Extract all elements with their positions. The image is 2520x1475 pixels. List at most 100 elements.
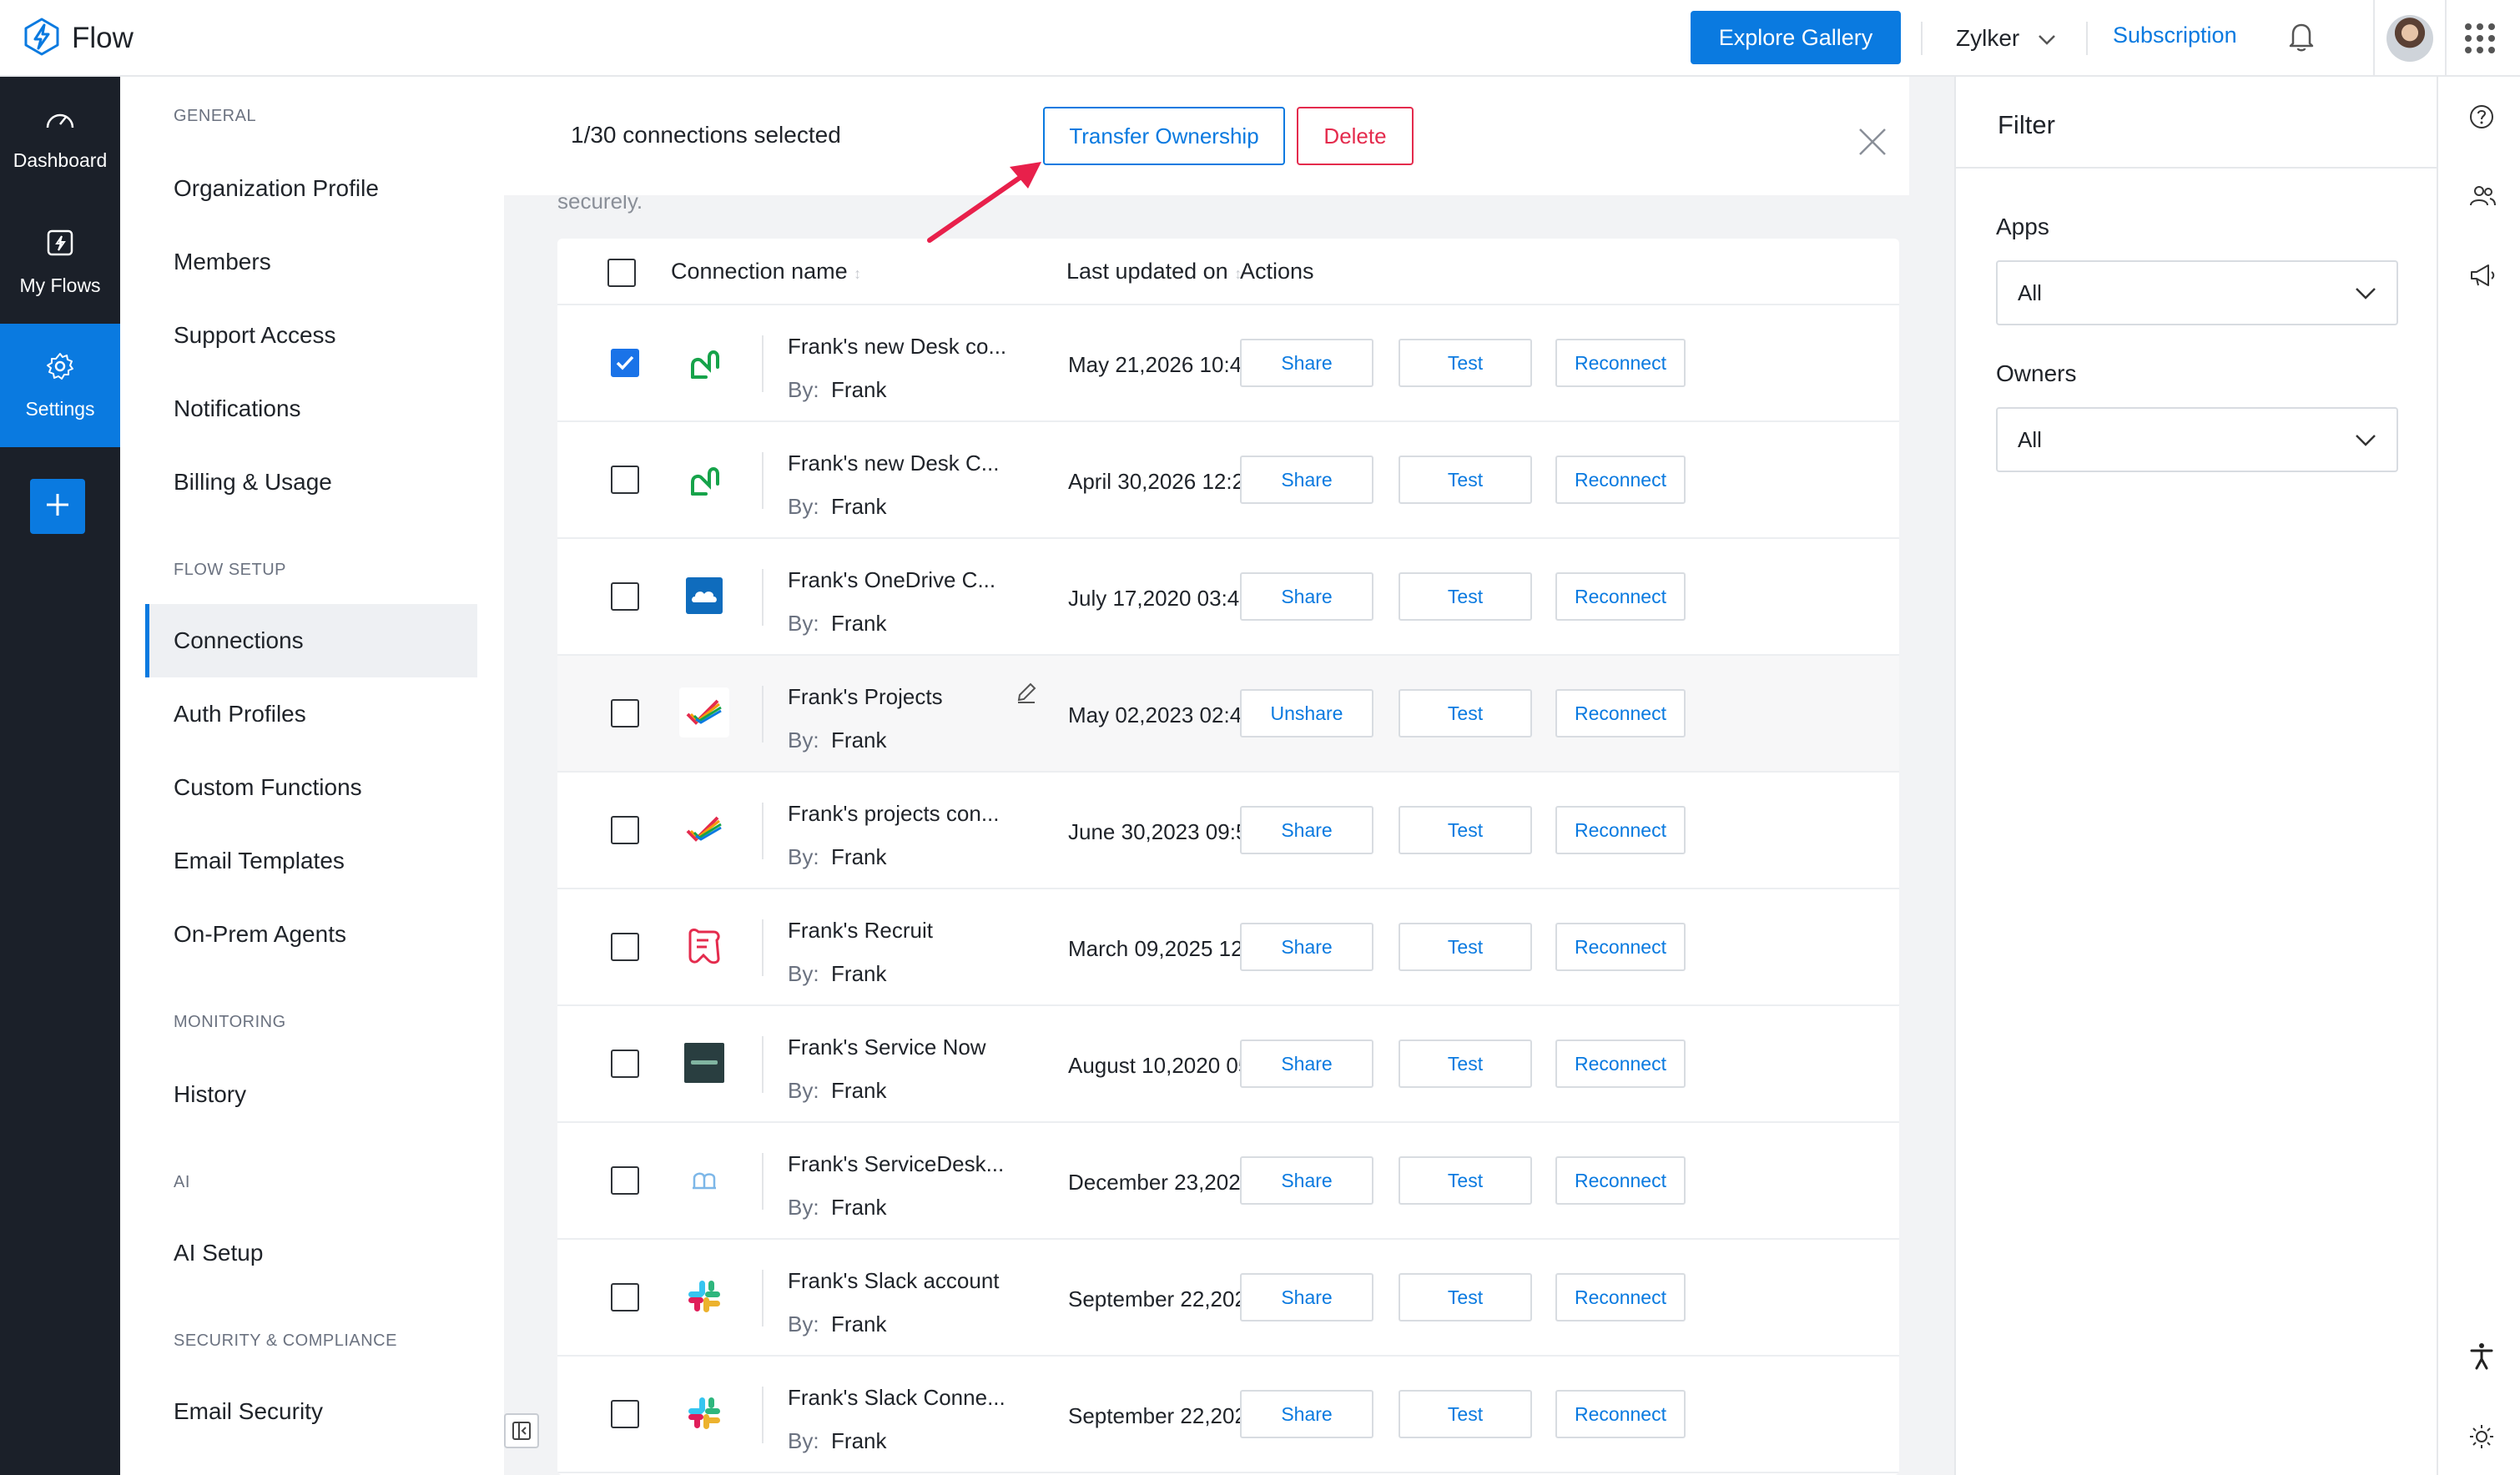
share-button[interactable]: Share xyxy=(1240,572,1373,621)
user-avatar-button[interactable] xyxy=(2373,0,2447,77)
row-checkbox[interactable] xyxy=(611,699,639,727)
rail-item-settings[interactable]: Settings xyxy=(0,324,120,447)
test-button[interactable]: Test xyxy=(1399,339,1532,387)
apps-select[interactable]: All xyxy=(1996,260,2398,325)
row-checkbox[interactable] xyxy=(611,466,639,494)
test-button[interactable]: Test xyxy=(1399,1390,1532,1438)
apps-grid-icon[interactable] xyxy=(2463,22,2497,59)
connection-name[interactable]: Frank's projects con... xyxy=(788,801,1000,827)
table-row: Frank's new Desk co... By: Frank May 21,… xyxy=(557,305,1899,422)
column-header-connection-name[interactable]: Connection name ↕ xyxy=(671,259,861,284)
share-button[interactable]: Share xyxy=(1240,1040,1373,1088)
select-all-checkbox[interactable] xyxy=(607,259,636,287)
main-content: securely. 1/30 connections selected Tran… xyxy=(504,77,1954,1475)
test-button[interactable]: Test xyxy=(1399,1273,1532,1321)
reconnect-button[interactable]: Reconnect xyxy=(1555,572,1686,621)
nav-item-custom-functions[interactable]: Custom Functions xyxy=(145,751,477,824)
theme-sun-icon[interactable] xyxy=(2468,1423,2495,1454)
connection-name[interactable]: Frank's Recruit xyxy=(788,918,933,944)
org-switcher[interactable]: Zylker xyxy=(1956,20,2056,57)
share-button[interactable]: Share xyxy=(1240,1156,1373,1205)
test-button[interactable]: Test xyxy=(1399,806,1532,854)
gauge-icon xyxy=(43,106,77,138)
users-icon[interactable] xyxy=(2468,184,2497,213)
rail-item-my-flows[interactable]: My Flows xyxy=(0,200,120,324)
nav-item-members[interactable]: Members xyxy=(145,225,477,299)
transfer-ownership-button[interactable]: Transfer Ownership xyxy=(1043,107,1285,165)
owners-select[interactable]: All xyxy=(1996,407,2398,472)
subscription-link[interactable]: Subscription xyxy=(2113,23,2237,48)
row-checkbox[interactable] xyxy=(611,349,639,377)
connection-name[interactable]: Frank's new Desk C... xyxy=(788,451,999,476)
row-checkbox[interactable] xyxy=(611,1166,639,1195)
test-button[interactable]: Test xyxy=(1399,923,1532,971)
connection-name[interactable]: Frank's new Desk co... xyxy=(788,334,1006,360)
unshare-button[interactable]: Unshare xyxy=(1240,689,1373,738)
divider xyxy=(1921,22,1923,55)
top-bar: Flow Explore Gallery Zylker Subscription xyxy=(0,0,2520,77)
delete-button[interactable]: Delete xyxy=(1297,107,1414,165)
reconnect-button[interactable]: Reconnect xyxy=(1555,1156,1686,1205)
row-checkbox[interactable] xyxy=(611,1050,639,1078)
reconnect-button[interactable]: Reconnect xyxy=(1555,456,1686,504)
help-icon[interactable] xyxy=(2468,103,2495,134)
table-header: Connection name ↕ Last updated on ↕ Acti… xyxy=(557,239,1899,305)
reconnect-button[interactable]: Reconnect xyxy=(1555,1273,1686,1321)
rail-item-dashboard[interactable]: Dashboard xyxy=(0,77,120,200)
share-button[interactable]: Share xyxy=(1240,806,1373,854)
nav-item-on-prem-agents[interactable]: On-Prem Agents xyxy=(145,898,477,971)
create-flow-button[interactable] xyxy=(30,479,85,534)
connection-owner: By: Frank xyxy=(788,1195,887,1220)
test-button[interactable]: Test xyxy=(1399,456,1532,504)
reconnect-button[interactable]: Reconnect xyxy=(1555,1390,1686,1438)
brand[interactable]: Flow xyxy=(22,15,134,62)
reconnect-button[interactable]: Reconnect xyxy=(1555,806,1686,854)
nav-item-ai-setup[interactable]: AI Setup xyxy=(145,1216,477,1290)
test-button[interactable]: Test xyxy=(1399,1156,1532,1205)
test-button[interactable]: Test xyxy=(1399,1040,1532,1088)
edit-pencil-icon[interactable] xyxy=(1015,681,1038,708)
accessibility-icon[interactable] xyxy=(2468,1342,2495,1374)
connection-name[interactable]: Frank's ServiceDesk... xyxy=(788,1151,1004,1177)
nav-item-organization-profile[interactable]: Organization Profile xyxy=(145,152,477,225)
app-name: Flow xyxy=(72,22,134,54)
nav-item-billing-usage[interactable]: Billing & Usage xyxy=(145,446,477,519)
filter-panel: Filter Apps All Owners All xyxy=(1954,77,2438,1475)
reconnect-button[interactable]: Reconnect xyxy=(1555,339,1686,387)
collapse-panel-button[interactable] xyxy=(504,1413,539,1448)
close-icon[interactable] xyxy=(1857,127,1887,161)
connection-name[interactable]: Frank's Service Now xyxy=(788,1035,986,1060)
connection-name[interactable]: Frank's Slack account xyxy=(788,1268,1000,1294)
row-checkbox[interactable] xyxy=(611,1283,639,1311)
reconnect-button[interactable]: Reconnect xyxy=(1555,689,1686,738)
row-checkbox[interactable] xyxy=(611,1400,639,1428)
connection-name[interactable]: Frank's Slack Conne... xyxy=(788,1385,1005,1411)
bell-icon[interactable] xyxy=(2286,20,2316,58)
test-button[interactable]: Test xyxy=(1399,689,1532,738)
share-button[interactable]: Share xyxy=(1240,456,1373,504)
nav-item-auth-profiles[interactable]: Auth Profiles xyxy=(145,677,477,751)
chevron-down-icon xyxy=(2355,280,2376,306)
connection-name[interactable]: Frank's Projects xyxy=(788,684,943,710)
column-header-last-updated[interactable]: Last updated on ↕ xyxy=(1066,259,1242,284)
nav-item-connections[interactable]: Connections xyxy=(145,604,477,677)
explore-gallery-button[interactable]: Explore Gallery xyxy=(1691,11,1901,64)
nav-item-support-access[interactable]: Support Access xyxy=(145,299,477,372)
share-button[interactable]: Share xyxy=(1240,1273,1373,1321)
megaphone-icon[interactable] xyxy=(2468,262,2497,293)
reconnect-button[interactable]: Reconnect xyxy=(1555,1040,1686,1088)
nav-item-email-security[interactable]: Email Security xyxy=(145,1375,477,1448)
share-button[interactable]: Share xyxy=(1240,1390,1373,1438)
share-button[interactable]: Share xyxy=(1240,923,1373,971)
nav-item-history[interactable]: History xyxy=(145,1058,477,1131)
share-button[interactable]: Share xyxy=(1240,339,1373,387)
nav-item-notifications[interactable]: Notifications xyxy=(145,372,477,446)
test-button[interactable]: Test xyxy=(1399,572,1532,621)
projects-icon xyxy=(679,804,729,854)
nav-item-email-templates[interactable]: Email Templates xyxy=(145,824,477,898)
row-checkbox[interactable] xyxy=(611,933,639,961)
row-checkbox[interactable] xyxy=(611,816,639,844)
reconnect-button[interactable]: Reconnect xyxy=(1555,923,1686,971)
row-checkbox[interactable] xyxy=(611,582,639,611)
connection-name[interactable]: Frank's OneDrive C... xyxy=(788,567,995,593)
